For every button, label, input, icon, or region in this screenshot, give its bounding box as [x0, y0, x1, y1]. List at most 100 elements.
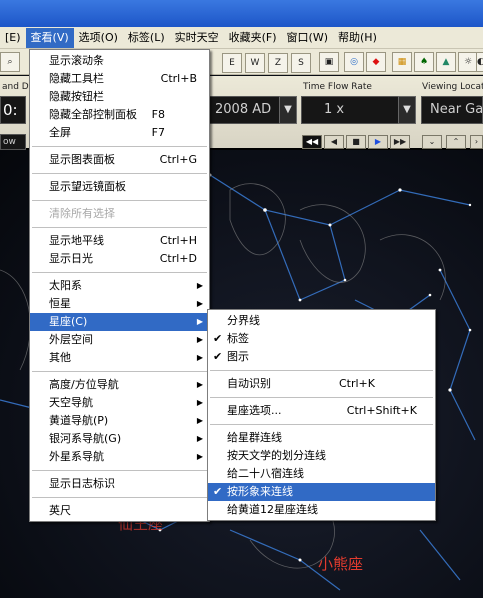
compass-z-button[interactable]: Z [268, 53, 288, 73]
play-button[interactable]: ▶ [368, 135, 388, 149]
menu-separator [208, 366, 435, 375]
menu-separator [30, 223, 209, 232]
menu-labels[interactable]: 标签(L) [123, 28, 170, 48]
menu-item-constellation-options[interactable]: 星座选项... Ctrl+Shift+K [208, 402, 435, 420]
deep-sky-icon[interactable]: ▦ [392, 52, 412, 72]
submenu-arrow-icon: ▶ [196, 452, 203, 461]
menu-item-hide-all-panels[interactable]: 隐藏全部控制面板 F8 [30, 106, 209, 124]
chevron-down-icon[interactable]: ⌄ [422, 135, 442, 149]
menu-item-ecliptic-nav[interactable]: 黄道导航(P) ▶ [30, 412, 209, 430]
viewing-location-field[interactable]: Near Ganz [421, 96, 483, 124]
date-dropdown-icon[interactable]: ▼ [279, 96, 297, 124]
menu-item-feet[interactable]: 英尺 [30, 502, 209, 520]
menu-item-labels[interactable]: ✔ 标签 [208, 330, 435, 348]
menu-item-outer-space[interactable]: 外层空间 ▶ [30, 331, 209, 349]
menu-separator [30, 268, 209, 277]
submenu-arrow-icon: ▶ [196, 317, 203, 326]
menu-item-show-log-marker[interactable]: 显示日志标识 [30, 475, 209, 493]
submenu-arrow-icon: ▶ [196, 299, 203, 308]
time-flow-dropdown-icon[interactable]: ▼ [398, 96, 416, 124]
tree-icon[interactable]: ♠ [414, 52, 434, 72]
chevron-right-icon[interactable]: › [470, 135, 483, 149]
menu-live-sky[interactable]: 实时天空 [170, 28, 224, 48]
menu-item-asterism-lines[interactable]: 给星群连线 [208, 429, 435, 447]
menu-item-hide-toolbar[interactable]: 隐藏工具栏 Ctrl+B [30, 70, 209, 88]
red-diamond-icon[interactable]: ◆ [366, 52, 386, 72]
menu-separator [30, 169, 209, 178]
menu-item-show-chart-panel[interactable]: 显示图表面板 Ctrl+G [30, 151, 209, 169]
submenu-arrow-icon: ▶ [196, 416, 203, 425]
submenu-arrow-icon: ▶ [196, 335, 203, 344]
menu-item-boundaries[interactable]: 分界线 [208, 312, 435, 330]
menu-item-show-daylight[interactable]: 显示日光 Ctrl+D [30, 250, 209, 268]
menu-item-auto-identify[interactable]: 自动识别 Ctrl+K [208, 375, 435, 393]
check-icon: ✔ [213, 350, 223, 363]
menu-separator [30, 466, 209, 475]
step-back-button[interactable]: ◀ [324, 135, 344, 149]
clock-field[interactable]: 0: [0, 96, 26, 124]
view-menu: 显示滚动条 隐藏工具栏 Ctrl+B 隐藏按钮栏 隐藏全部控制面板 F8 全屏 F7 … [29, 49, 210, 522]
rewind-fast-button[interactable]: ◀◀ [302, 135, 322, 149]
time-flow-label: Time Flow Rate [303, 82, 372, 92]
viewing-location-label: Viewing Locatio [422, 82, 483, 92]
title-bar [0, 0, 483, 27]
chevron-up-icon[interactable]: ⌃ [446, 135, 466, 149]
view-menu-group-0: 显示滚动条 隐藏工具栏 Ctrl+B 隐藏按钮栏 隐藏全部控制面板 F8 全屏 F7 [30, 52, 209, 142]
sun-icon[interactable]: ☼ [458, 52, 478, 72]
time-flow-field[interactable]: 1 x [301, 96, 399, 124]
left-mode-field[interactable]: ow [0, 134, 26, 150]
menu-item-astronomical-lines[interactable]: 按天文学的划分连线 [208, 447, 435, 465]
menu-item-illustrations[interactable]: ✔ 图示 [208, 348, 435, 366]
submenu-arrow-icon: ▶ [196, 281, 203, 290]
compass-e-button[interactable]: E [222, 53, 242, 73]
menu-item-show-horizon[interactable]: 显示地平线 Ctrl+H [30, 232, 209, 250]
menu-item-clear-selection: 清除所有选择 [49, 207, 115, 220]
date-field[interactable]: 2008 AD [206, 96, 280, 124]
menu-separator [30, 367, 209, 376]
mountain-icon[interactable]: ▲ [436, 52, 456, 72]
planet-icon[interactable]: ◎ [344, 52, 364, 72]
menu-item-stars[interactable]: 恒星 ▶ [30, 295, 209, 313]
menu-item-fullscreen[interactable]: 全屏 F7 [30, 124, 209, 142]
menu-separator [208, 393, 435, 402]
menu-item-sky-nav[interactable]: 天空导航 ▶ [30, 394, 209, 412]
field-view-icon[interactable]: ▣ [319, 52, 339, 72]
forward-fast-button[interactable]: ▶▶ [390, 135, 410, 149]
menu-item-zodiac-lines[interactable]: 给黄道12星座连线 [208, 501, 435, 519]
menu-item-show-telescope-panel[interactable]: 显示望远镜面板 [30, 178, 209, 196]
menu-item-constellations[interactable]: 星座(C) ▶ [30, 313, 209, 331]
menu-item-figure-lines[interactable]: ✔ 按形象来连线 [208, 483, 435, 501]
check-icon: ✔ [213, 485, 223, 498]
menu-item-solar-system[interactable]: 太阳系 ▶ [30, 277, 209, 295]
menu-separator [30, 142, 209, 151]
menu-item-galactic-nav[interactable]: 银河系导航(G) ▶ [30, 430, 209, 448]
compass-s-button[interactable]: S [291, 53, 311, 73]
submenu-arrow-icon: ▶ [196, 353, 203, 362]
menu-help[interactable]: 帮助(H) [333, 28, 382, 48]
stop-button[interactable]: ■ [346, 135, 366, 149]
menu-item-alt-az-nav[interactable]: 高度/方位导航 ▶ [30, 376, 209, 394]
menu-separator [30, 196, 209, 205]
menu-favorites[interactable]: 收藏夹(F) [224, 28, 282, 48]
menu-options[interactable]: 选项(O) [74, 28, 123, 48]
menu-separator [208, 420, 435, 429]
menu-item-hide-buttonbar[interactable]: 隐藏按钮栏 [30, 88, 209, 106]
compass-w-button[interactable]: W [245, 53, 265, 73]
constellation-submenu: 分界线 ✔ 标签 ✔ 图示 自动识别 Ctrl+K 星座选项... Ctrl+Shift… [207, 309, 436, 521]
menu-bar: [E) 查看(V) 选项(O) 标签(L) 实时天空 收藏夹(F) 窗口(W) … [0, 27, 483, 49]
globe-icon[interactable]: ◐ [476, 52, 483, 72]
menu-window[interactable]: 窗口(W) [282, 28, 333, 48]
menu-edit[interactable]: [E) [0, 28, 26, 48]
search-icon[interactable]: ⌕ [0, 52, 20, 72]
menu-separator [30, 493, 209, 502]
menu-item-show-scrollbar[interactable]: 显示滚动条 [30, 52, 209, 70]
menu-view[interactable]: 查看(V) [25, 27, 74, 48]
menu-item-other[interactable]: 其他 ▶ [30, 349, 209, 367]
check-icon: ✔ [213, 332, 223, 345]
menu-item-lunar-mansion-lines[interactable]: 给二十八宿连线 [208, 465, 435, 483]
submenu-arrow-icon: ▶ [196, 434, 203, 443]
sky-label-small-bear: 小熊座 [318, 555, 364, 573]
submenu-arrow-icon: ▶ [196, 380, 203, 389]
submenu-arrow-icon: ▶ [196, 398, 203, 407]
menu-item-extragalactic-nav[interactable]: 外星系导航 ▶ [30, 448, 209, 466]
